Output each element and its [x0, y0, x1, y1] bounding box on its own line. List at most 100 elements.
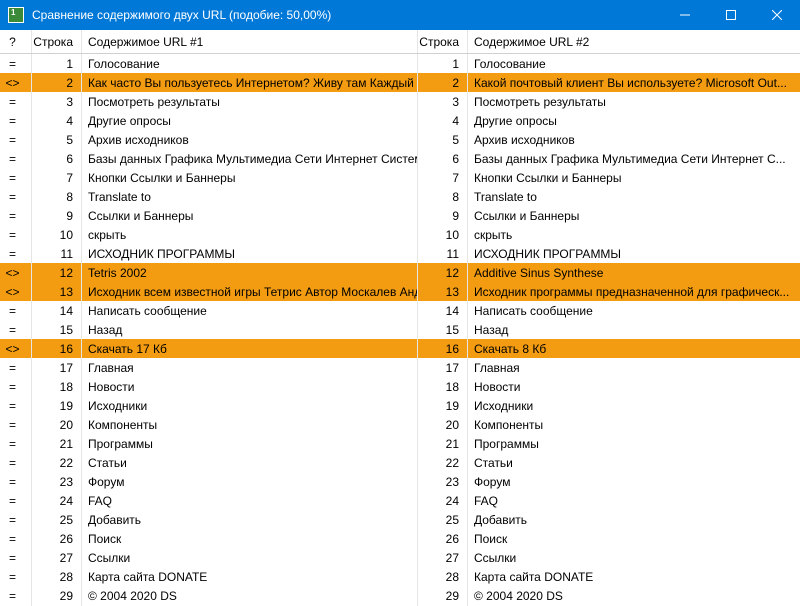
content-right: Поиск: [468, 529, 800, 548]
line-number-right: 16: [418, 339, 468, 358]
table-row[interactable]: =25Добавить25Добавить: [0, 510, 800, 529]
diff-marker: =: [0, 491, 32, 510]
line-number-left: 20: [32, 415, 82, 434]
column-header-line2[interactable]: Строка: [418, 30, 468, 53]
line-number-left: 22: [32, 453, 82, 472]
column-header-content2[interactable]: Содержимое URL #2: [468, 30, 800, 53]
line-number-right: 2: [418, 73, 468, 92]
close-button[interactable]: [754, 0, 800, 30]
line-number-left: 8: [32, 187, 82, 206]
minimize-button[interactable]: [662, 0, 708, 30]
line-number-right: 8: [418, 187, 468, 206]
table-row[interactable]: =29© 2004 2020 DS29© 2004 2020 DS: [0, 586, 800, 605]
line-number-left: 1: [32, 54, 82, 73]
content-right: Additive Sinus Synthese: [468, 263, 800, 282]
line-number-left: 2: [32, 73, 82, 92]
app-icon: [8, 7, 24, 23]
table-row[interactable]: =1Голосование1Голосование: [0, 54, 800, 73]
table-row[interactable]: =28Карта сайта DONATE28Карта сайта DONAT…: [0, 567, 800, 586]
table-row[interactable]: =14Написать сообщение14Написать сообщени…: [0, 301, 800, 320]
comparison-rows: =1Голосование1Голосование<>2Как часто Вы…: [0, 54, 800, 606]
table-row[interactable]: =9Ссылки и Баннеры9Ссылки и Баннеры: [0, 206, 800, 225]
titlebar[interactable]: Сравнение содержимого двух URL (подобие:…: [0, 0, 800, 30]
diff-marker: =: [0, 510, 32, 529]
table-row[interactable]: =10скрыть10скрыть: [0, 225, 800, 244]
content-right: FAQ: [468, 491, 800, 510]
table-row[interactable]: =11ИСХОДНИК ПРОГРАММЫ11ИСХОДНИК ПРОГРАММ…: [0, 244, 800, 263]
diff-marker: <>: [0, 263, 32, 282]
content-right: Исходник программы предназначенной для г…: [468, 282, 800, 301]
line-number-left: 14: [32, 301, 82, 320]
content-right: Карта сайта DONATE: [468, 567, 800, 586]
column-header-content1[interactable]: Содержимое URL #1: [82, 30, 418, 53]
line-number-left: 18: [32, 377, 82, 396]
table-row[interactable]: =6Базы данных Графика Мультимедиа Сети И…: [0, 149, 800, 168]
table-row[interactable]: =8Translate to8Translate to: [0, 187, 800, 206]
table-row[interactable]: =26Поиск26Поиск: [0, 529, 800, 548]
table-row[interactable]: =15Назад15Назад: [0, 320, 800, 339]
diff-marker: =: [0, 54, 32, 73]
content-left: Голосование: [82, 54, 418, 73]
table-row[interactable]: =22Статьи22Статьи: [0, 453, 800, 472]
line-number-left: 11: [32, 244, 82, 263]
content-left: Посмотреть результаты: [82, 92, 418, 111]
window-title: Сравнение содержимого двух URL (подобие:…: [32, 8, 662, 22]
line-number-right: 7: [418, 168, 468, 187]
diff-marker: =: [0, 567, 32, 586]
table-row[interactable]: =17Главная17Главная: [0, 358, 800, 377]
line-number-right: 29: [418, 586, 468, 605]
table-row[interactable]: =4Другие опросы4Другие опросы: [0, 111, 800, 130]
content-left: Программы: [82, 434, 418, 453]
table-row[interactable]: =19Исходники19Исходники: [0, 396, 800, 415]
line-number-left: 25: [32, 510, 82, 529]
column-header-marker[interactable]: ?: [0, 30, 32, 53]
content-right: Написать сообщение: [468, 301, 800, 320]
line-number-right: 6: [418, 149, 468, 168]
line-number-left: 28: [32, 567, 82, 586]
line-number-right: 4: [418, 111, 468, 130]
content-left: Ссылки: [82, 548, 418, 567]
line-number-right: 28: [418, 567, 468, 586]
content-right: Базы данных Графика Мультимедиа Сети Инт…: [468, 149, 800, 168]
content-left: FAQ: [82, 491, 418, 510]
table-row[interactable]: <>13Исходник всем известной игры Тетрис …: [0, 282, 800, 301]
content-right: Голосование: [468, 54, 800, 73]
table-row[interactable]: =20Компоненты20Компоненты: [0, 415, 800, 434]
content-right: Какой почтовый клиент Вы используете? Mi…: [468, 73, 800, 92]
content-right: Посмотреть результаты: [468, 92, 800, 111]
line-number-left: 5: [32, 130, 82, 149]
line-number-left: 9: [32, 206, 82, 225]
table-row[interactable]: =27Ссылки27Ссылки: [0, 548, 800, 567]
line-number-left: 23: [32, 472, 82, 491]
content-left: Поиск: [82, 529, 418, 548]
table-row[interactable]: =21Программы21Программы: [0, 434, 800, 453]
content-left: Скачать 17 Кб: [82, 339, 418, 358]
table-row[interactable]: <>12Tetris 200212Additive Sinus Synthese: [0, 263, 800, 282]
content-right: Добавить: [468, 510, 800, 529]
table-row[interactable]: =18Новости18Новости: [0, 377, 800, 396]
table-row[interactable]: <>2Как часто Вы пользуетесь Интернетом? …: [0, 73, 800, 92]
line-number-left: 4: [32, 111, 82, 130]
table-row[interactable]: <>16Скачать 17 Кб16Скачать 8 Кб: [0, 339, 800, 358]
table-row[interactable]: =5Архив исходников5Архив исходников: [0, 130, 800, 149]
content-right: Другие опросы: [468, 111, 800, 130]
line-number-right: 15: [418, 320, 468, 339]
line-number-right: 18: [418, 377, 468, 396]
content-left: Форум: [82, 472, 418, 491]
maximize-button[interactable]: [708, 0, 754, 30]
table-row[interactable]: =24FAQ24FAQ: [0, 491, 800, 510]
content-right: Назад: [468, 320, 800, 339]
line-number-right: 14: [418, 301, 468, 320]
window-controls: [662, 0, 800, 30]
content-right: Архив исходников: [468, 130, 800, 149]
line-number-right: 19: [418, 396, 468, 415]
table-row[interactable]: =23Форум23Форум: [0, 472, 800, 491]
content-left: Исходники: [82, 396, 418, 415]
content-left: Статьи: [82, 453, 418, 472]
content-right: Компоненты: [468, 415, 800, 434]
table-row[interactable]: =3Посмотреть результаты3Посмотреть резул…: [0, 92, 800, 111]
column-header-line1[interactable]: Строка: [32, 30, 82, 53]
content-right: Кнопки Ссылки и Баннеры: [468, 168, 800, 187]
table-row[interactable]: =7Кнопки Ссылки и Баннеры7Кнопки Ссылки …: [0, 168, 800, 187]
line-number-left: 10: [32, 225, 82, 244]
